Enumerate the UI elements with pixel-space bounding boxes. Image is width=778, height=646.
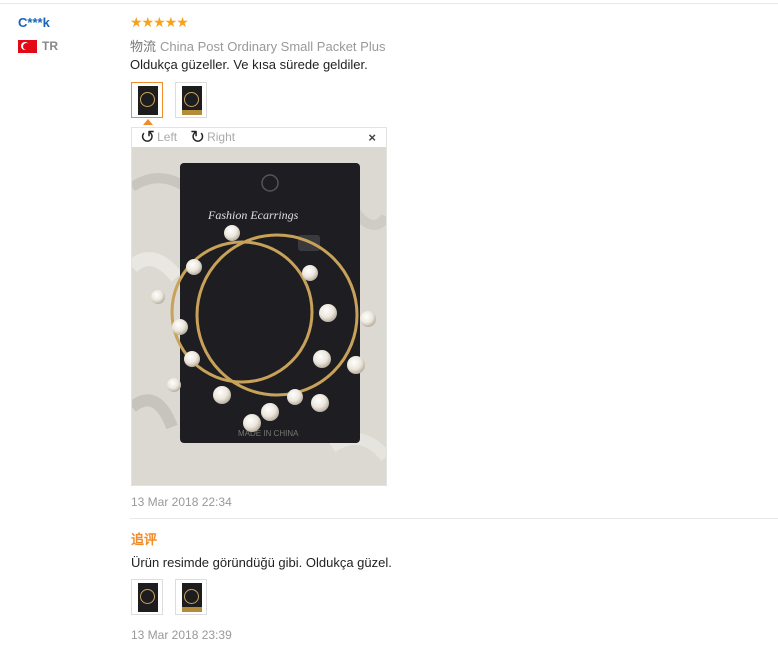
reviewer-name[interactable]: C***k	[18, 15, 50, 30]
top-divider	[0, 3, 778, 4]
rotate-left-button[interactable]: ↺ Left	[140, 128, 177, 146]
logistics-info: 物流 China Post Ordinary Small Packet Plus	[130, 36, 385, 55]
rotate-right-button[interactable]: ↻ Right	[190, 128, 235, 146]
review-date: 13 Mar 2018 22:34	[131, 495, 232, 509]
additional-review-date: 13 Mar 2018 23:39	[131, 628, 232, 642]
rotate-right-label: Right	[207, 130, 236, 144]
additional-review-label: 追评	[131, 532, 158, 547]
review-photo-thumbnail-2[interactable]	[175, 82, 207, 118]
country-code: TR	[42, 39, 58, 53]
thumbnail-pointer	[143, 119, 153, 125]
section-divider	[130, 518, 778, 519]
turkey-flag-icon	[18, 39, 37, 53]
rating-stars: ★★★★★	[130, 14, 189, 30]
earrings-photo-image: Fashion Ecarrings MADE IN CHINA	[132, 147, 386, 485]
rotate-left-label: Left	[157, 130, 178, 144]
photo-viewer: ↺ Left ↻ Right × Fashion Ecarrings MADE …	[131, 127, 387, 486]
logistics-value: China Post Ordinary Small Packet Plus	[160, 39, 386, 54]
card-title: Fashion Ecarrings	[207, 208, 299, 222]
viewer-toolbar: ↺ Left ↻ Right ×	[132, 128, 386, 147]
additional-review-text: Ürün resimde göründüğü gibi. Oldukça güz…	[131, 555, 392, 570]
review-photo: Fashion Ecarrings MADE IN CHINA	[132, 147, 386, 485]
additional-photo-thumbnail-2[interactable]	[175, 579, 207, 615]
close-viewer-button[interactable]: ×	[368, 130, 376, 145]
logistics-label: 物流	[130, 39, 157, 54]
reviewer-country: TR	[18, 39, 58, 53]
rotate-right-icon: ↻	[190, 127, 206, 147]
rotate-left-icon: ↺	[140, 127, 156, 147]
additional-photo-thumbnail-1[interactable]	[131, 579, 163, 615]
review-text: Oldukça güzeller. Ve kısa sürede geldile…	[130, 57, 368, 72]
review-photo-thumbnail-1[interactable]	[131, 82, 163, 118]
